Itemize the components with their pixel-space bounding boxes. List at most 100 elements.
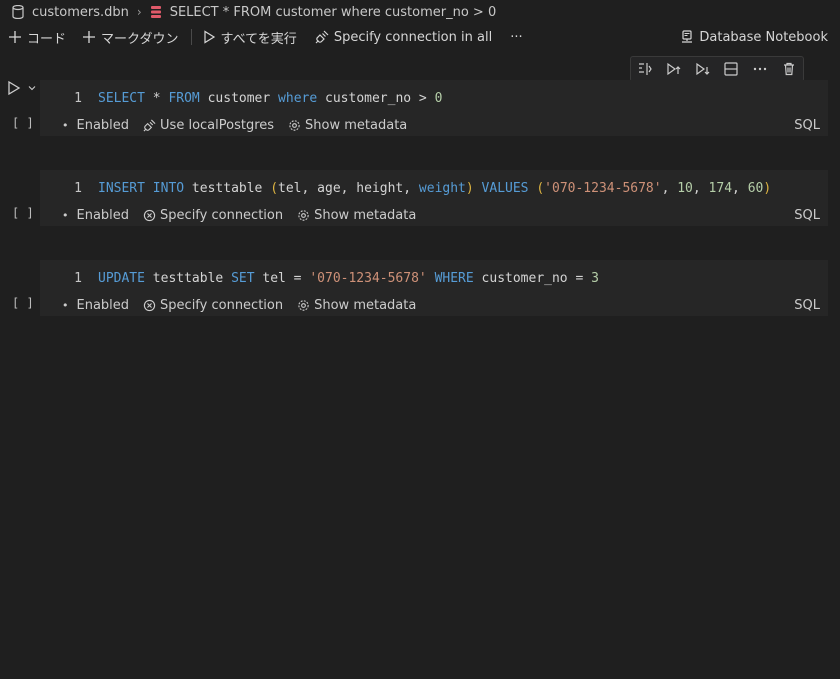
enabled-status[interactable]: Enabled [77,118,130,133]
show-metadata-button[interactable]: Show metadata [288,118,407,133]
kernel-label: Database Notebook [699,29,828,45]
sql-cell-2[interactable]: 1 INSERT INTO testtable (tel, age, heigh… [40,170,828,226]
add-markdown-label: マークダウン [101,31,179,47]
code-token: ( [536,180,545,196]
code-token: tel, age, height, [278,180,419,196]
gear-icon [298,209,309,221]
add-code-button[interactable]: コード [4,26,70,48]
connection-button[interactable]: Specify connection [143,208,283,223]
specify-connection-all-label: Specify connection in all [333,29,493,45]
code-token: FROM [168,90,200,106]
breadcrumb-query[interactable]: SELECT * FROM customer where customer_no… [170,5,497,20]
code-token: INSERT [98,180,145,196]
chevron-down-icon [28,86,36,91]
code-token: customer_no = [473,270,592,286]
cell-more-button[interactable] [749,59,771,79]
cell-status-bar: • Enabled Use localPostgres Show metadat… [40,116,828,134]
code-line[interactable]: 1 INSERT INTO testtable (tel, age, heigh… [40,178,771,198]
breadcrumb: customers.dbn › SELECT * FROM customer w… [0,0,840,24]
cell-toolbar [630,56,804,82]
code-token: WHERE [434,270,474,286]
code-token: tel = [254,270,310,286]
connection-button[interactable]: Specify connection [143,298,283,313]
split-cell-icon [639,63,653,75]
run-cell-button[interactable] [6,80,38,96]
code-content[interactable]: INSERT INTO testtable (tel, age, height,… [98,181,771,196]
show-metadata-label: Show metadata [314,297,417,313]
code-content[interactable]: SELECT * FROM customer where customer_no… [98,91,442,106]
cell-3-exec-count: [ ] [12,296,34,310]
code-token: '070-1234-5678' [309,270,427,286]
toolbar-divider [190,29,192,45]
code-token: '070-1234-5678' [544,180,662,196]
connection-label: Use localPostgres [160,117,275,133]
gear-icon [289,119,300,131]
code-token: UPDATE [98,270,145,286]
code-token: customer_no > [317,90,435,106]
code-token: INTO [152,180,185,196]
code-token: testtable [184,180,271,196]
code-token: ) [465,180,474,196]
cell-status-bar: • Enabled Specify connection Show metada… [40,206,828,224]
show-metadata-button[interactable]: Show metadata [297,298,416,313]
line-number: 1 [74,270,82,286]
connection-button[interactable]: Use localPostgres [143,118,274,133]
enabled-status[interactable]: Enabled [77,208,130,223]
cell-status-bar: • Enabled Specify connection Show metada… [40,296,828,314]
breadcrumb-file[interactable]: customers.dbn [32,5,129,20]
code-token: SET [231,270,255,286]
gear-icon [298,299,309,311]
code-token: 10 [677,180,693,196]
kernel-picker-button[interactable]: Database Notebook [676,26,832,48]
database-icon [12,4,26,20]
code-content[interactable]: UPDATE testtable SET tel = '070-1234-567… [98,271,599,286]
code-line[interactable]: 1 SELECT * FROM customer where customer_… [40,88,442,108]
code-token: weight [418,180,466,196]
connection-label: Specify connection [160,297,284,313]
more-icon [753,67,767,71]
plus-icon [9,31,21,43]
code-token: 174 [708,180,733,196]
language-picker[interactable]: SQL [794,116,820,134]
language-picker[interactable]: SQL [794,206,820,224]
circle-x-icon [143,209,156,221]
run-all-label: すべてを実行 [220,31,297,47]
specify-connection-all-button[interactable]: Specify connection in all [311,26,496,48]
plug-icon [315,30,329,44]
run-all-button[interactable]: すべてを実行 [198,26,301,48]
notebook-toolbar: コード マークダウン すべてを実行 Specify connection in … [0,24,840,50]
sql-cell-1[interactable]: 1 SELECT * FROM customer where customer_… [40,80,828,136]
chevron-right-icon: › [136,5,142,19]
code-token: testtable [144,270,232,286]
connection-label: Specify connection [160,207,284,223]
delete-cell-button[interactable] [778,59,800,79]
code-token: 3 [591,270,599,286]
split-cell-button[interactable] [634,59,656,79]
code-token: ( [270,180,279,196]
sql-stack-icon [150,4,164,20]
plus-icon [83,31,96,43]
show-metadata-button[interactable]: Show metadata [297,208,416,223]
run-below-button[interactable] [692,59,714,79]
trash-icon [783,62,794,76]
code-token: 60 [747,180,764,196]
collapse-button[interactable] [720,59,742,79]
circle-x-icon [143,299,156,311]
line-number: 1 [74,180,82,196]
run-above-button[interactable] [663,59,685,79]
run-below-icon [696,62,710,76]
play-icon [8,80,21,96]
enabled-status[interactable]: Enabled [77,298,130,313]
sql-cell-3[interactable]: 1 UPDATE testtable SET tel = '070-1234-5… [40,260,828,316]
status-dot: • [62,298,69,312]
line-number: 1 [74,90,82,106]
code-line[interactable]: 1 UPDATE testtable SET tel = '070-1234-5… [40,268,599,288]
code-token: SELECT [98,90,145,106]
toolbar-more-button[interactable]: ··· [506,26,526,48]
code-token: where [278,90,318,106]
language-picker[interactable]: SQL [794,296,820,314]
add-markdown-button[interactable]: マークダウン [78,26,182,48]
code-token: 0 [434,90,443,106]
